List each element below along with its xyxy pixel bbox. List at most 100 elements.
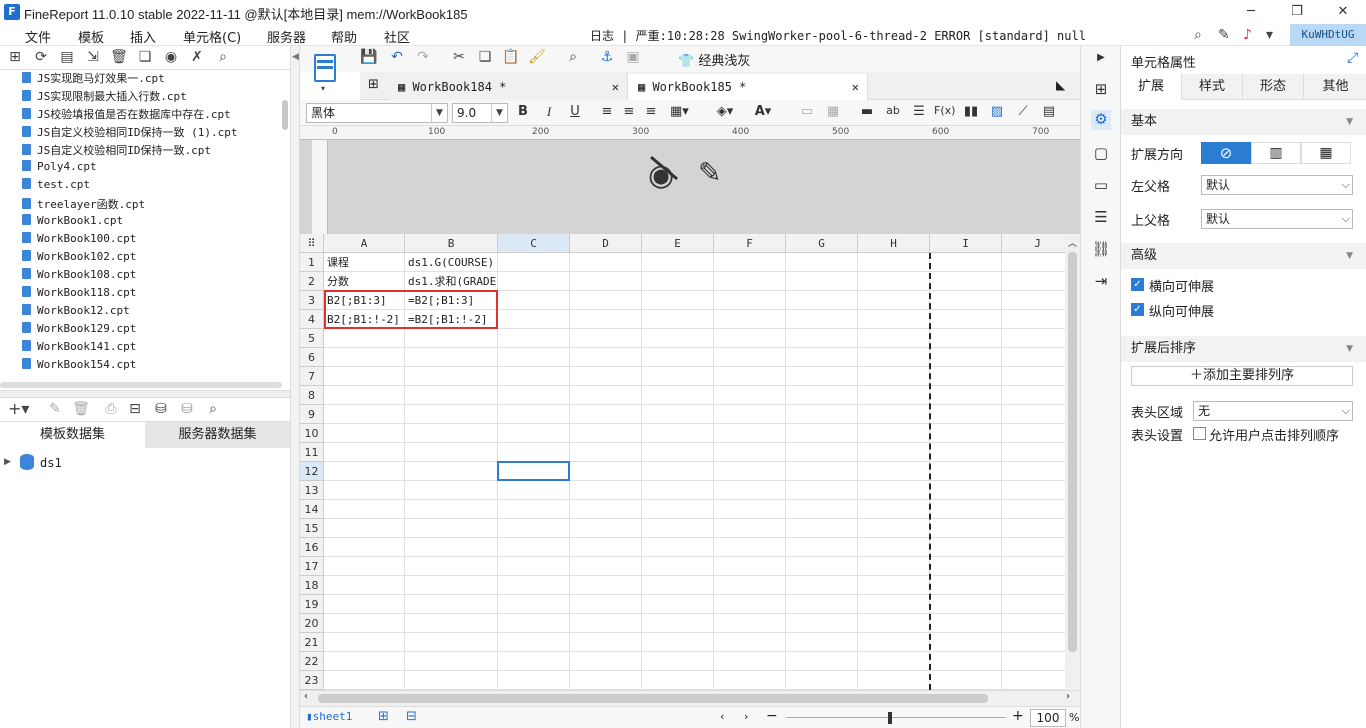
row-header[interactable]: 9 (300, 405, 324, 424)
cell-B22[interactable] (405, 652, 498, 671)
delete-icon[interactable]: 🗑 (110, 49, 128, 65)
cell-D2[interactable] (570, 272, 642, 291)
cell-H6[interactable] (858, 348, 930, 367)
cell-I3[interactable] (930, 291, 1002, 310)
cell-A18[interactable] (324, 576, 405, 595)
cell-B1[interactable]: ds1.G(COURSE) (405, 253, 498, 272)
cell-A17[interactable] (324, 557, 405, 576)
collapse-icon[interactable]: ✗ (188, 49, 206, 65)
cell-I12[interactable] (930, 462, 1002, 481)
next-sheet-icon[interactable]: › (744, 710, 748, 723)
image-icon[interactable]: ▣ (624, 49, 642, 65)
file-tree-item[interactable]: JS实现限制最大插入行数.cpt (22, 88, 187, 106)
cell-I7[interactable] (930, 367, 1002, 386)
cell-E23[interactable] (642, 671, 714, 690)
file-tree-item[interactable]: treelayer函数.cpt (22, 196, 145, 214)
cell-H22[interactable] (858, 652, 930, 671)
splitter[interactable]: ◀ (290, 46, 300, 728)
cell-C23[interactable] (498, 671, 570, 690)
scroll-thumb[interactable] (318, 694, 988, 703)
row-header[interactable]: 7 (300, 367, 324, 386)
close-tab-icon[interactable]: ✕ (852, 74, 859, 100)
collapse-left-icon[interactable]: ◀ (292, 52, 299, 62)
cell-A1[interactable]: 课程 (324, 253, 405, 272)
column-header[interactable]: G (786, 234, 858, 253)
row-header[interactable]: 18 (300, 576, 324, 595)
cell-F20[interactable] (714, 614, 786, 633)
tree-scrollbar[interactable] (282, 100, 288, 130)
row-header[interactable]: 19 (300, 595, 324, 614)
cell-A11[interactable] (324, 443, 405, 462)
paste-icon[interactable]: 📋 (502, 49, 520, 65)
cell-C22[interactable] (498, 652, 570, 671)
cell-H23[interactable] (858, 671, 930, 690)
cell-A13[interactable] (324, 481, 405, 500)
column-header[interactable]: E (642, 234, 714, 253)
cell-D5[interactable] (570, 329, 642, 348)
cell-E19[interactable] (642, 595, 714, 614)
cell-D18[interactable] (570, 576, 642, 595)
align-center-icon[interactable]: ≡ (620, 104, 638, 119)
pencil-icon[interactable]: ✎ (698, 156, 721, 189)
cell-B7[interactable] (405, 367, 498, 386)
user-badge[interactable]: KuWHDtUG (1290, 24, 1366, 46)
scroll-right-icon[interactable]: › (1066, 691, 1070, 702)
scroll-left-icon[interactable]: ‹ (304, 691, 308, 702)
add-sheet-icon[interactable]: ⊞ (378, 709, 389, 724)
undo-icon[interactable]: ↶ (388, 49, 406, 65)
cell-I2[interactable] (930, 272, 1002, 291)
cell-E14[interactable] (642, 500, 714, 519)
properties-icon[interactable]: ▤ (58, 49, 76, 65)
cell-F15[interactable] (714, 519, 786, 538)
file-tree-item[interactable]: WorkBook102.cpt (22, 250, 136, 268)
file-tree-item[interactable]: WorkBook12.cpt (22, 304, 130, 322)
file-tree-item[interactable]: WorkBook154.cpt (22, 358, 136, 376)
row-header[interactable]: 3 (300, 291, 324, 310)
export-icon[interactable]: ⇲ (84, 49, 102, 65)
cell-I15[interactable] (930, 519, 1002, 538)
cell-J7[interactable] (1002, 367, 1065, 386)
underline-icon[interactable]: U (566, 104, 584, 119)
row-header[interactable]: 13 (300, 481, 324, 500)
cell-I4[interactable] (930, 310, 1002, 329)
edit-note-icon[interactable]: ✎ (1218, 27, 1230, 43)
cell-G12[interactable] (786, 462, 858, 481)
cell-G3[interactable] (786, 291, 858, 310)
cell-H15[interactable] (858, 519, 930, 538)
zoom-in-button[interactable]: + (1012, 708, 1024, 724)
cell-B12[interactable] (405, 462, 498, 481)
cell-E18[interactable] (642, 576, 714, 595)
cell-A7[interactable] (324, 367, 405, 386)
file-tree-item[interactable]: WorkBook129.cpt (22, 322, 136, 340)
cell-C3[interactable] (498, 291, 570, 310)
cell-B19[interactable] (405, 595, 498, 614)
cell-D3[interactable] (570, 291, 642, 310)
zoom-input[interactable]: 100 (1030, 709, 1066, 727)
copy-icon[interactable]: ❏ (476, 49, 494, 65)
cell-D10[interactable] (570, 424, 642, 443)
cell-J3[interactable] (1002, 291, 1065, 310)
cell-B8[interactable] (405, 386, 498, 405)
save-icon[interactable]: 💾 (360, 49, 378, 65)
file-tree-item[interactable]: JS自定义校验相同ID保持一致 (1).cpt (22, 124, 237, 142)
menu-template[interactable]: 模板 (78, 27, 104, 46)
file-tree-item[interactable]: Poly4.cpt (22, 160, 97, 178)
cell-E16[interactable] (642, 538, 714, 557)
cell-G6[interactable] (786, 348, 858, 367)
dropdown-icon[interactable]: ▾ (1266, 27, 1273, 43)
cell-B9[interactable] (405, 405, 498, 424)
cell-J2[interactable] (1002, 272, 1065, 291)
top-parent-select[interactable]: 默认 ⌵ (1201, 209, 1353, 229)
cell-B21[interactable] (405, 633, 498, 652)
vertical-scrollbar[interactable]: ︿ (1065, 234, 1080, 690)
direction-vertical-button[interactable]: ▥ (1251, 142, 1301, 164)
cell-G7[interactable] (786, 367, 858, 386)
cell-A9[interactable] (324, 405, 405, 424)
row-header[interactable]: 1 (300, 253, 324, 272)
chart-icon[interactable]: ▮▮ (962, 104, 980, 119)
prev-sheet-icon[interactable]: ‹ (720, 710, 724, 723)
cell-C1[interactable] (498, 253, 570, 272)
cell-H12[interactable] (858, 462, 930, 481)
font-size-select[interactable]: 9.0 ▼ (452, 103, 508, 123)
cell-D23[interactable] (570, 671, 642, 690)
